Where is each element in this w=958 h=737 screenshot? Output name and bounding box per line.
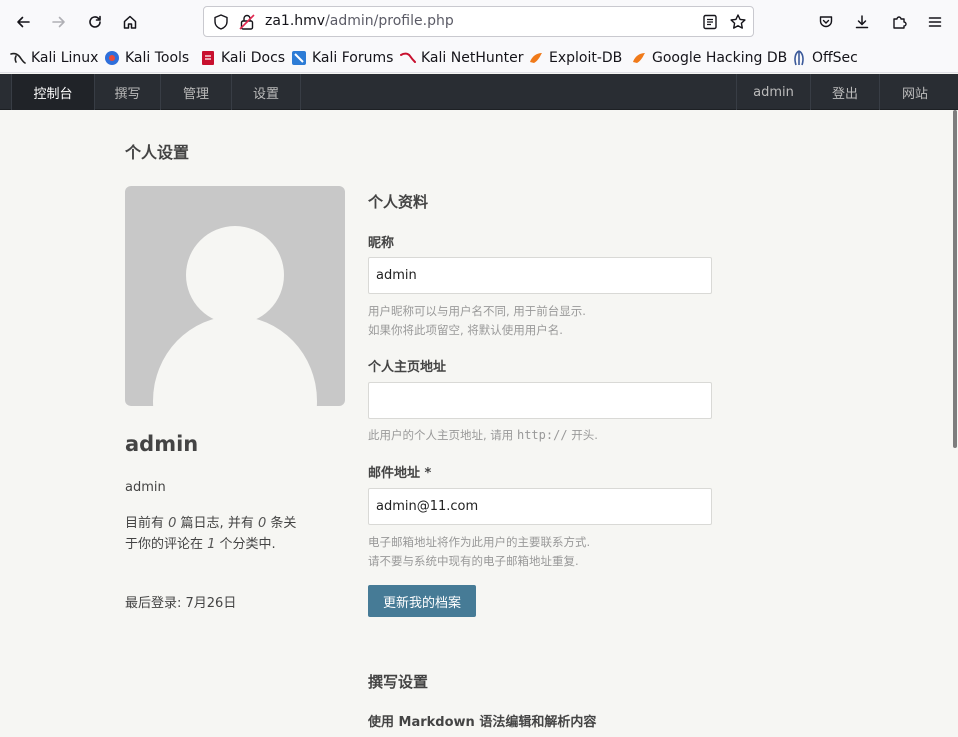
- extensions-button[interactable]: [885, 8, 913, 36]
- homepage-hint: 此用户的个人主页地址, 请用 http:// 开头.: [368, 428, 598, 442]
- reload-icon: [89, 15, 101, 28]
- browser-toolbar: za1.hmv/admin/profile.php: [0, 0, 958, 44]
- writing-section-title: 撰写设置: [368, 673, 429, 691]
- nav-settings[interactable]: 设置: [232, 74, 301, 110]
- bookmark-label: Kali Tools: [125, 50, 190, 66]
- avatar: [125, 186, 345, 406]
- email-input[interactable]: [368, 488, 712, 525]
- back-button[interactable]: [9, 8, 37, 36]
- bookmark-kali-nethunter[interactable]: Kali NetHunter: [400, 48, 523, 68]
- nickname-input[interactable]: [368, 257, 712, 294]
- admin-navbar: 控制台 撰写 管理 设置 admin 登出 网站: [0, 74, 958, 110]
- home-button[interactable]: [116, 8, 144, 36]
- homepage-input[interactable]: [368, 382, 712, 419]
- avatar-body-shape: [153, 316, 317, 406]
- nav-write[interactable]: 撰写: [95, 74, 161, 110]
- kali-nethunter-icon: [400, 52, 416, 63]
- kali-forums-icon: [292, 51, 306, 65]
- nav-site[interactable]: 网站: [879, 74, 950, 110]
- url-text[interactable]: za1.hmv/admin/profile.php: [265, 13, 454, 29]
- bookmark-kali-linux[interactable]: Kali Linux: [10, 48, 98, 68]
- url-bar[interactable]: za1.hmv/admin/profile.php: [203, 6, 754, 37]
- last-login: 最后登录: 7月26日: [125, 596, 237, 611]
- kali-dragon-icon: [10, 52, 26, 64]
- profile-name: admin: [125, 432, 199, 456]
- bookmark-exploit-db[interactable]: Exploit-DB: [528, 48, 622, 68]
- bookmark-kali-forums[interactable]: Kali Forums: [291, 48, 393, 68]
- ghdb-icon: [633, 53, 645, 63]
- download-icon: [855, 15, 869, 29]
- nickname-label: 昵称: [368, 236, 395, 251]
- bookmark-label: Kali Forums: [312, 50, 394, 66]
- nav-logout[interactable]: 登出: [810, 74, 879, 110]
- profile-section-title: 个人资料: [368, 193, 429, 211]
- email-label: 邮件地址 *: [368, 466, 432, 481]
- nickname-hint: 用户昵称可以与用户名不同, 用于前台显示. 如果你将此项留空, 将默认使用用户名.: [368, 304, 586, 337]
- nav-manage[interactable]: 管理: [161, 74, 232, 110]
- bookmark-label: Kali Linux: [31, 50, 99, 66]
- bookmark-label: Kali Docs: [221, 50, 286, 66]
- hamburger-menu-icon: [928, 17, 942, 27]
- forward-button[interactable]: [45, 8, 73, 36]
- email-hint: 电子邮箱地址将作为此用户的主要联系方式. 请不要与系统中现有的电子邮箱地址重复.: [368, 535, 591, 568]
- nav-user-admin[interactable]: admin: [736, 74, 810, 110]
- kali-docs-icon: [202, 51, 214, 65]
- nav-dashboard[interactable]: 控制台: [11, 74, 95, 110]
- puzzle-icon: [893, 16, 907, 29]
- bookmark-google-hacking-db[interactable]: Google Hacking DB: [631, 48, 787, 68]
- exploit-db-icon: [530, 53, 542, 63]
- homepage-label: 个人主页地址: [368, 360, 447, 375]
- shield-icon[interactable]: [212, 13, 230, 31]
- profile-stats: 目前有 0 篇日志, 并有 0 条关于你的评论在 1 个分类中.: [125, 516, 297, 552]
- profile-username: admin: [125, 480, 166, 495]
- bookmark-kali-docs[interactable]: Kali Docs: [200, 48, 285, 68]
- insecure-lock-icon[interactable]: [238, 13, 256, 31]
- bookmark-star-icon[interactable]: [729, 13, 747, 31]
- forward-arrow-icon: [52, 16, 65, 28]
- avatar-head-shape: [186, 226, 284, 324]
- pocket-button[interactable]: [812, 8, 840, 36]
- bookmark-label: OffSec: [812, 50, 858, 66]
- reader-view-icon[interactable]: [701, 13, 719, 31]
- scrollbar-thumb[interactable]: [953, 110, 957, 448]
- downloads-button[interactable]: [848, 8, 876, 36]
- update-profile-button[interactable]: 更新我的档案: [368, 585, 476, 617]
- bookmark-offsec[interactable]: OffSec: [791, 48, 858, 68]
- bookmark-label: Exploit-DB: [549, 50, 623, 66]
- pocket-icon: [819, 16, 833, 28]
- home-icon: [123, 15, 137, 29]
- page-title: 个人设置: [125, 143, 190, 162]
- menu-button[interactable]: [921, 8, 949, 36]
- markdown-label: 使用 Markdown 语法编辑和解析内容: [368, 715, 597, 730]
- bookmark-kali-tools[interactable]: Kali Tools: [104, 48, 189, 68]
- bookmark-label: Kali NetHunter: [421, 50, 524, 66]
- bookmarks-bar: Kali Linux Kali Tools Kali Docs Kali For…: [0, 44, 958, 73]
- back-arrow-icon: [17, 16, 30, 28]
- kali-tools-icon: [105, 51, 119, 65]
- bookmark-label: Google Hacking DB: [652, 50, 788, 66]
- offsec-icon: [794, 50, 804, 66]
- page-scrollbar[interactable]: [953, 110, 958, 737]
- reload-button[interactable]: [81, 8, 109, 36]
